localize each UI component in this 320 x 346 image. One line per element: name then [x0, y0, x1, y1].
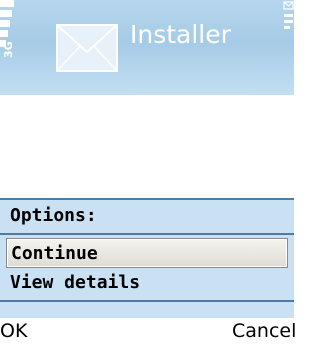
- dialog-bottom-divider: [0, 300, 294, 302]
- dialog-heading: Options:: [10, 205, 97, 226]
- option-continue[interactable]: Continue: [6, 238, 288, 268]
- network-indicator: 3G: [2, 41, 15, 58]
- dialog-divider: [0, 233, 294, 235]
- softkey-bar: OK Cancel: [0, 318, 296, 346]
- title-bar: 3G Installer: [0, 0, 294, 95]
- message-indicator-icon: [283, 1, 294, 29]
- cancel-softkey[interactable]: Cancel: [232, 320, 296, 342]
- app-title: Installer: [130, 20, 231, 49]
- envelope-icon: [56, 24, 118, 72]
- option-view-details[interactable]: View details: [6, 268, 288, 298]
- content-area: [0, 95, 294, 198]
- options-dialog: Options: Continue View details: [0, 198, 294, 320]
- ok-softkey[interactable]: OK: [0, 320, 27, 342]
- signal-strength-icon: 3G: [0, 0, 22, 88]
